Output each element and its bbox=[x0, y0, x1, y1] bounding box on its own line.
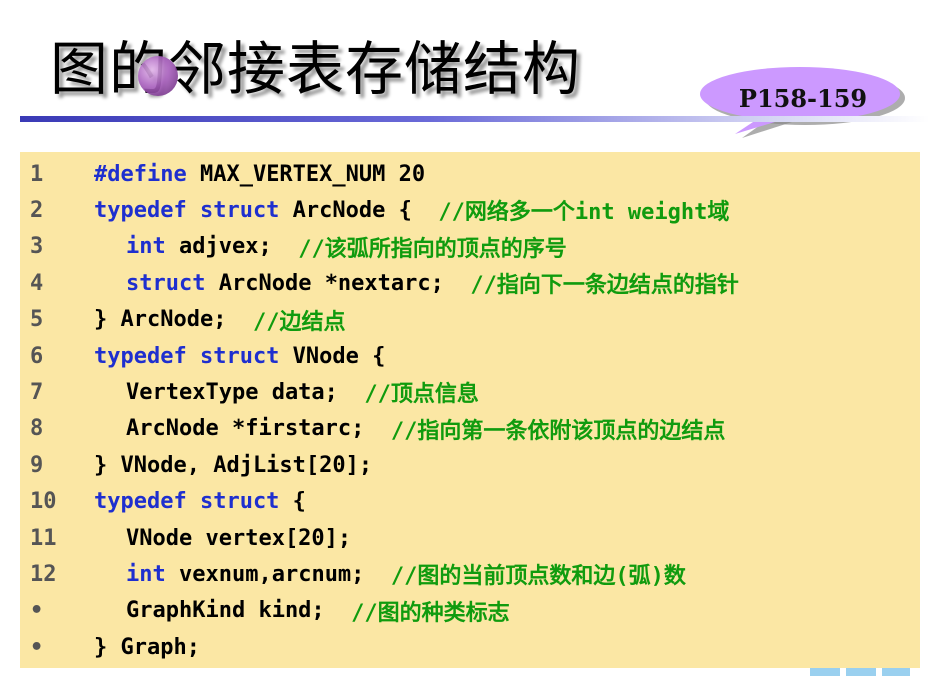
line-number: 11 bbox=[30, 525, 57, 551]
code-keyword: typedef struct bbox=[94, 343, 280, 369]
line-number: 10 bbox=[30, 489, 57, 515]
code-line: 5 } ArcNode; //边结点 bbox=[20, 302, 920, 338]
code-line: 10 typedef struct { bbox=[20, 484, 920, 520]
code-comment: //网络多一个int weight域 bbox=[438, 200, 730, 226]
code-text: GraphKind kind; //图的种类标志 bbox=[126, 595, 510, 627]
code-text: typedef struct { bbox=[94, 489, 306, 514]
line-number: 9 bbox=[30, 452, 44, 478]
code-line: 3 int adjvex; //该弧所指向的顶点的序号 bbox=[20, 229, 920, 265]
code-line: 8 ArcNode *firstarc; //指向第一条依附该顶点的边结点 bbox=[20, 411, 920, 447]
code-token: adjvex; bbox=[165, 234, 299, 260]
code-text: typedef struct ArcNode { //网络多一个int weig… bbox=[94, 194, 729, 226]
code-text: struct ArcNode *nextarc; //指向下一条边结点的指针 bbox=[126, 267, 739, 299]
page-reference: P158-159 bbox=[738, 83, 868, 113]
code-keyword: int bbox=[126, 561, 166, 587]
line-number: 5 bbox=[30, 307, 44, 333]
code-token: ArcNode *firstarc; bbox=[126, 416, 391, 442]
code-line: 4 struct ArcNode *nextarc; //指向下一条边结点的指针 bbox=[20, 265, 920, 301]
code-line: 12 int vexnum,arcnum; //图的当前顶点数和边(弧)数 bbox=[20, 556, 920, 592]
line-number: 8 bbox=[30, 416, 44, 442]
code-token: MAX_VERTEX_NUM 20 bbox=[186, 161, 426, 187]
code-text: VertexType data; //顶点信息 bbox=[126, 376, 479, 408]
code-token: VNode vertex[20]; bbox=[126, 525, 352, 551]
title-underline bbox=[20, 116, 930, 122]
code-block: 1 #define MAX_VERTEX_NUM 20 2 typedef struc… bbox=[20, 152, 920, 668]
code-token: VNode { bbox=[279, 343, 386, 369]
code-text: } ArcNode; //边结点 bbox=[94, 304, 345, 336]
code-token: GraphKind kind; bbox=[126, 598, 352, 624]
code-token: ArcNode *nextarc; bbox=[205, 270, 471, 296]
line-number: • bbox=[30, 598, 44, 624]
code-line: 9 } VNode, AdjList[20]; bbox=[20, 447, 920, 483]
line-number: • bbox=[30, 634, 44, 660]
code-token: ArcNode { bbox=[279, 197, 439, 223]
code-comment: //指向第一条依附该顶点的边结点 bbox=[390, 418, 726, 444]
code-token: { bbox=[279, 489, 306, 515]
code-token: } VNode, AdjList[20]; bbox=[94, 452, 373, 478]
code-comment: //图的种类标志 bbox=[351, 600, 510, 626]
code-comment: //指向下一条边结点的指针 bbox=[470, 273, 739, 299]
line-number: 12 bbox=[30, 561, 57, 587]
code-comment: //图的当前顶点数和边(弧)数 bbox=[390, 564, 686, 590]
code-keyword: int bbox=[126, 234, 166, 260]
code-line: • } Graph; bbox=[20, 629, 920, 665]
code-text: int vexnum,arcnum; //图的当前顶点数和边(弧)数 bbox=[126, 558, 686, 590]
code-keyword: #define bbox=[94, 161, 187, 187]
slide-title: 图的邻接表存储结构 bbox=[50, 35, 582, 103]
code-comment: //边结点 bbox=[252, 309, 346, 335]
code-text: } Graph; bbox=[94, 635, 200, 660]
code-comment: //该弧所指向的顶点的序号 bbox=[298, 236, 567, 262]
line-number: 6 bbox=[30, 343, 44, 369]
code-token: VertexType data; bbox=[126, 379, 365, 405]
code-token: vexnum,arcnum; bbox=[165, 561, 391, 587]
line-number: 4 bbox=[30, 270, 44, 296]
code-token: } Graph; bbox=[94, 634, 200, 660]
code-keyword: typedef struct bbox=[94, 489, 280, 515]
code-text: ArcNode *firstarc; //指向第一条依附该顶点的边结点 bbox=[126, 413, 725, 445]
code-text: int adjvex; //该弧所指向的顶点的序号 bbox=[126, 231, 567, 263]
code-text: #define MAX_VERTEX_NUM 20 bbox=[94, 162, 425, 187]
code-token: } ArcNode; bbox=[94, 307, 253, 333]
line-number: 3 bbox=[30, 234, 44, 260]
code-keyword: typedef struct bbox=[94, 197, 280, 223]
line-number: 1 bbox=[30, 161, 44, 187]
code-line: • GraphKind kind; //图的种类标志 bbox=[20, 593, 920, 629]
code-line: 6 typedef struct VNode { bbox=[20, 338, 920, 374]
code-text: typedef struct VNode { bbox=[94, 344, 385, 369]
corner-decoration bbox=[810, 668, 910, 676]
code-line: 11 VNode vertex[20]; bbox=[20, 520, 920, 556]
code-line: 2 typedef struct ArcNode { //网络多一个int wei… bbox=[20, 192, 920, 228]
code-line: 1 #define MAX_VERTEX_NUM 20 bbox=[20, 156, 920, 192]
code-text: VNode vertex[20]; bbox=[126, 526, 351, 551]
decorative-orb bbox=[138, 56, 178, 96]
code-comment: //顶点信息 bbox=[364, 382, 479, 408]
code-keyword: struct bbox=[126, 270, 206, 296]
code-text: } VNode, AdjList[20]; bbox=[94, 453, 372, 478]
line-number: 2 bbox=[30, 197, 44, 223]
code-line: 7 VertexType data; //顶点信息 bbox=[20, 374, 920, 410]
line-number: 7 bbox=[30, 379, 44, 405]
